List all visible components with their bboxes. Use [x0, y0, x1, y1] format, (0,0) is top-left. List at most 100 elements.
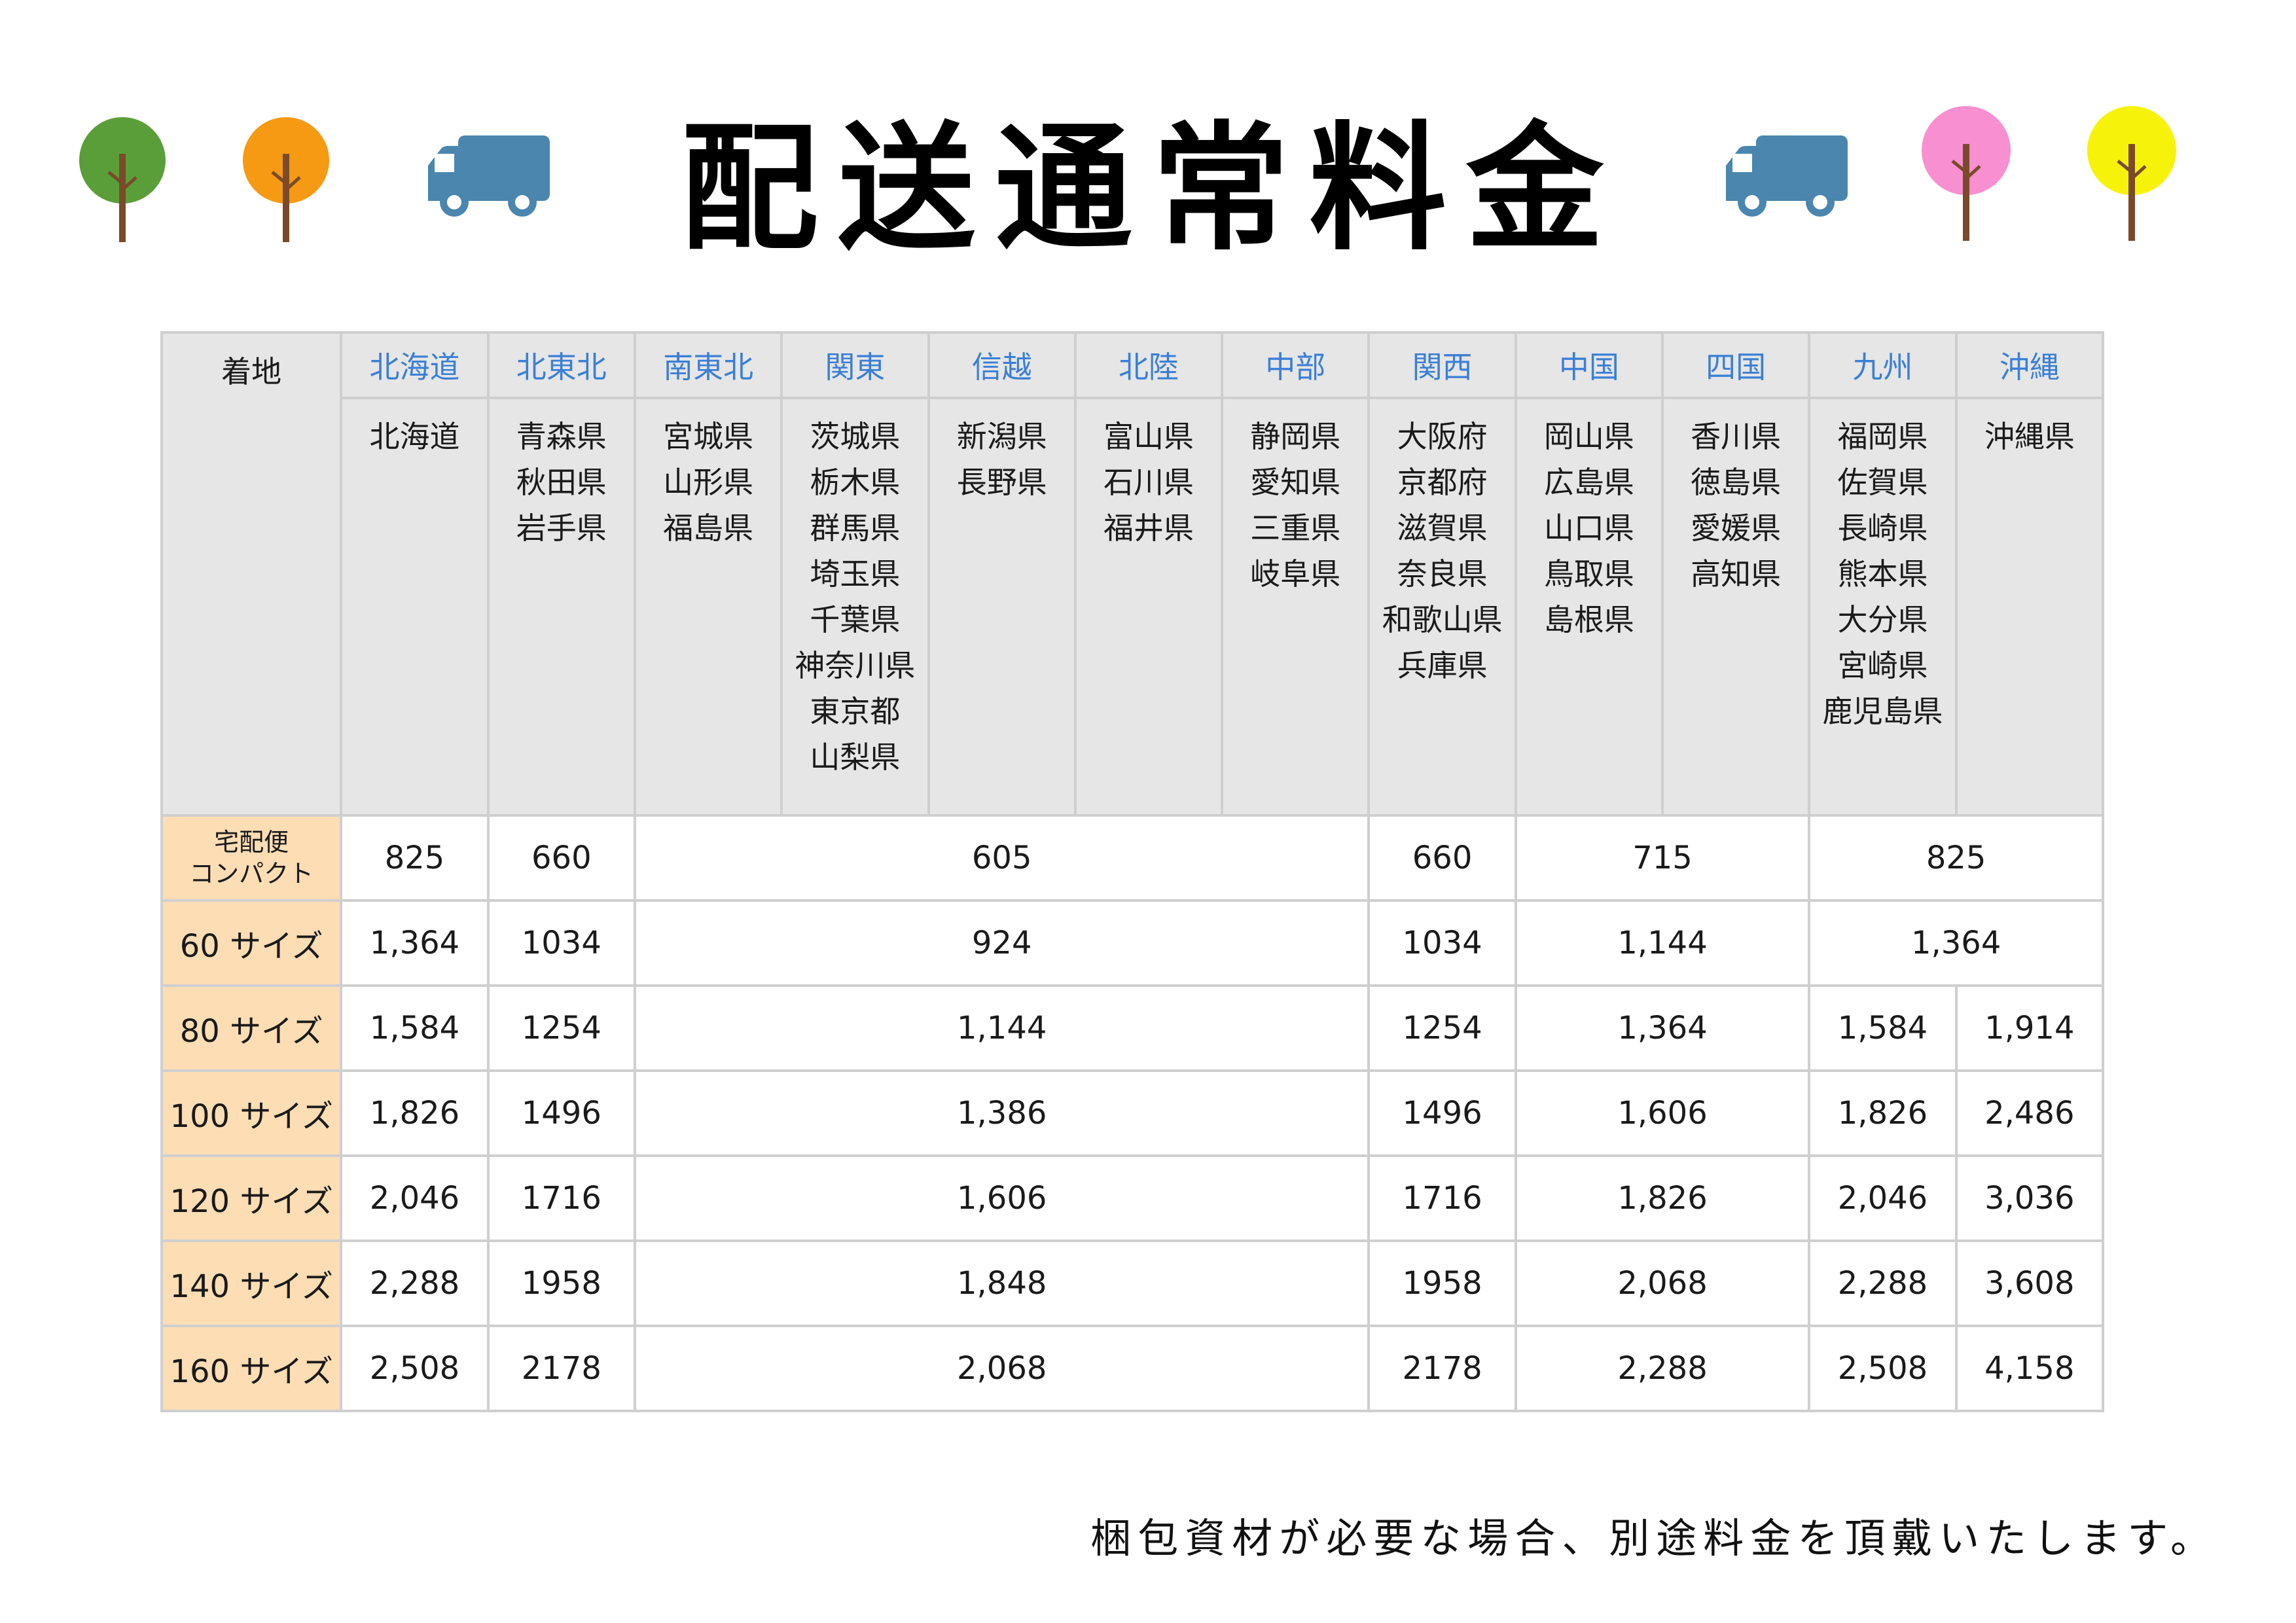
price-cell: 2,046	[1808, 1154, 1958, 1242]
prefecture: 鹿児島県	[1822, 694, 1943, 729]
tree-icon-green	[79, 117, 166, 242]
price-cell: 1496	[486, 1069, 636, 1157]
prefecture-list: 福岡県 佐賀県 長崎県 熊本県 大分県 宮崎県 鹿児島県	[1808, 397, 1958, 817]
price-cell: 2178	[1367, 1325, 1517, 1412]
prefecture-list: 香川県 徳島県 愛媛県 高知県	[1661, 397, 1811, 817]
row-label: 140 サイズ	[160, 1240, 343, 1327]
region-header: 北東北	[486, 331, 636, 399]
region-header: 中部	[1221, 331, 1371, 399]
price-cell: 1,144	[1514, 899, 1811, 987]
price-cell: 924	[633, 899, 1371, 987]
prefecture: 山形県	[663, 465, 754, 500]
price-cell: 660	[486, 814, 636, 902]
prefecture: 長野県	[956, 465, 1047, 500]
prefecture-list: 富山県 石川県 福井県	[1073, 397, 1224, 817]
prefecture: 長崎県	[1837, 510, 1928, 546]
prefecture: 東京都	[810, 694, 901, 729]
price-cell: 2,068	[633, 1325, 1371, 1412]
prefecture: 茨城県	[810, 419, 901, 454]
price-cell: 1,386	[633, 1069, 1371, 1157]
price-cell: 2,486	[1954, 1069, 2105, 1157]
prefecture: 岡山県	[1543, 419, 1634, 454]
region-header: 関東	[780, 331, 930, 399]
price-cell: 1716	[486, 1154, 636, 1242]
prefecture: 岩手県	[516, 510, 607, 546]
prefecture: 滋賀県	[1397, 510, 1488, 546]
prefecture-list: 大阪府 京都府 滋賀県 奈良県 和歌山県 兵庫県	[1367, 397, 1517, 817]
prefecture: 宮崎県	[1837, 648, 1928, 683]
table-row: 140 サイズ 2,288 1958 1,848 1958 2,068 2,28…	[160, 1240, 2105, 1327]
prefecture: 佐賀県	[1837, 465, 1928, 500]
price-cell: 1,364	[1808, 899, 2104, 987]
prefecture: 福岡県	[1837, 419, 1928, 454]
prefecture: 香川県	[1691, 419, 1782, 454]
region-header: 信越	[927, 331, 1077, 399]
prefecture: 宮城県	[663, 419, 754, 454]
row-label: 60 サイズ	[160, 899, 343, 987]
price-cell: 1,826	[340, 1069, 490, 1157]
prefecture: 徳島県	[1691, 465, 1782, 500]
price-cell: 660	[1367, 814, 1517, 902]
price-cell: 2,288	[340, 1240, 490, 1327]
price-cell: 1,848	[633, 1240, 1371, 1327]
truck-icon	[428, 135, 550, 217]
region-header: 中国	[1514, 331, 1664, 399]
table-row: 120 サイズ 2,046 1716 1,606 1716 1,826 2,04…	[160, 1154, 2105, 1242]
price-cell: 715	[1514, 814, 1811, 902]
prefecture: 青森県	[516, 419, 607, 454]
row-label: 120 サイズ	[160, 1154, 343, 1242]
price-cell: 1254	[486, 984, 636, 1072]
price-cell: 1,826	[1808, 1069, 1958, 1157]
table-row: 宅配便 コンパクト 825 660 605 660 715 825	[160, 814, 2104, 902]
prefecture: 静岡県	[1250, 419, 1341, 454]
price-cell: 1716	[1367, 1154, 1517, 1242]
prefecture: 福井県	[1103, 510, 1194, 546]
prefecture: 埼玉県	[810, 556, 901, 592]
prefecture: 広島県	[1543, 465, 1634, 500]
price-cell: 1,914	[1954, 984, 2105, 1072]
table-row: 60 サイズ 1,364 1034 924 1034 1,144 1,364	[160, 899, 2104, 987]
price-cell: 1,144	[633, 984, 1371, 1072]
price-cell: 3,608	[1954, 1240, 2105, 1327]
packaging-note: 梱包資材が必要な場合、別途料金を頂戴いたします。	[1090, 1514, 2217, 1562]
price-cell: 605	[633, 814, 1371, 902]
prefecture: 高知県	[1691, 556, 1782, 592]
price-cell: 1958	[1367, 1240, 1517, 1327]
prefecture-list: 茨城県 栃木県 群馬県 埼玉県 千葉県 神奈川県 東京都 山梨県	[780, 397, 930, 817]
price-cell: 1254	[1367, 984, 1517, 1072]
price-cell: 1,606	[1514, 1069, 1811, 1157]
prefecture-list: 沖縄県	[1954, 397, 2105, 817]
price-cell: 1034	[1367, 899, 1517, 987]
price-cell: 1,584	[1808, 984, 1958, 1072]
prefecture: 栃木県	[810, 465, 901, 500]
prefecture: 北海道	[369, 419, 460, 454]
prefecture: 石川県	[1103, 465, 1194, 500]
tree-icon-pink	[1922, 106, 2011, 241]
price-cell: 2,046	[340, 1154, 490, 1242]
prefecture: 奈良県	[1397, 556, 1488, 592]
prefecture: 熊本県	[1837, 556, 1928, 592]
prefecture: 秋田県	[516, 465, 607, 500]
prefecture-list: 北海道	[340, 397, 490, 817]
region-header: 関西	[1367, 331, 1517, 399]
prefecture: 岐阜県	[1250, 556, 1341, 592]
prefecture-list: 宮城県 山形県 福島県	[633, 397, 783, 817]
price-cell: 1,606	[633, 1154, 1371, 1242]
tree-icon-orange	[243, 117, 329, 242]
prefecture: 千葉県	[810, 602, 901, 637]
row-label-line: コンパクト	[189, 859, 314, 888]
price-cell: 1,826	[1514, 1154, 1811, 1242]
price-cell: 1,364	[1514, 984, 1811, 1072]
tree-icon-yellow	[2087, 106, 2176, 241]
prefecture: 富山県	[1103, 419, 1194, 454]
corner-label: 着地	[160, 331, 343, 817]
price-cell: 2,288	[1514, 1325, 1811, 1412]
price-cell: 2,068	[1514, 1240, 1811, 1327]
prefecture: 和歌山県	[1382, 602, 1503, 637]
row-label: 100 サイズ	[160, 1069, 343, 1157]
row-label-line: 宅配便	[214, 828, 289, 857]
prefecture: 群馬県	[810, 510, 901, 546]
price-cell: 3,036	[1954, 1154, 2105, 1242]
price-cell: 2,508	[1808, 1325, 1958, 1412]
truck-icon	[1726, 135, 1848, 217]
